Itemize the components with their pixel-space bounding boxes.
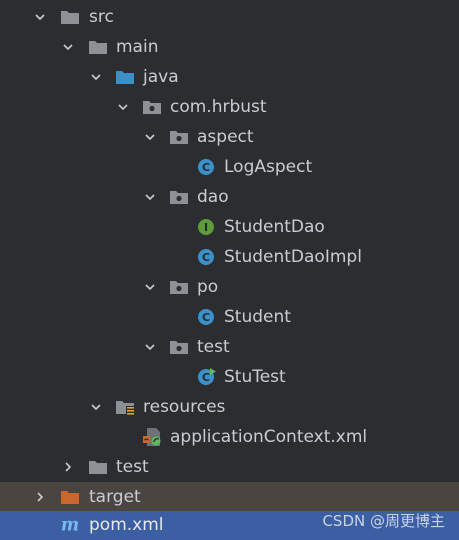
chevron-down-icon[interactable] [90,71,102,83]
chevron-down-icon[interactable] [144,341,156,353]
package-icon [170,131,188,144]
tree-node-label: Student [224,307,291,327]
folder-icon [89,461,107,474]
svg-text:I: I [204,221,208,234]
package-icon [170,281,188,294]
tree-node-stu-test[interactable]: C StuTest [0,362,459,392]
package-icon [170,191,188,204]
svg-text:m: m [61,516,79,534]
tree-node-student-dao-impl[interactable]: C StudentDaoImpl [0,242,459,272]
chevron-down-icon[interactable] [144,281,156,293]
project-tree: src main java com.hrbust aspect C LogAsp… [0,0,459,540]
tree-node-target[interactable]: target [0,482,459,512]
chevron-right-icon[interactable] [34,491,46,503]
tree-node-label: com.hrbust [170,97,267,117]
tree-node-label: aspect [197,127,254,147]
tree-node-dao[interactable]: dao [0,182,459,212]
tree-node-label: src [89,7,114,27]
package-icon [143,101,161,114]
chevron-down-icon[interactable] [144,191,156,203]
java-class-icon: C [198,309,214,325]
tree-node-label: test [116,457,149,477]
resources-folder-icon [116,401,134,416]
java-class-icon: C [198,159,214,175]
java-interface-icon: I [198,219,214,235]
source-folder-icon [116,71,134,84]
folder-icon [61,11,79,24]
tree-node-aspect[interactable]: aspect [0,122,459,152]
tree-node-label: test [197,337,230,357]
chevron-down-icon[interactable] [34,11,46,23]
tree-node-label: main [116,37,159,57]
tree-node-student-dao[interactable]: I StudentDao [0,212,459,242]
svg-text:C: C [202,161,210,174]
tree-node-label: StuTest [224,367,286,387]
tree-node-label: target [89,487,141,507]
chevron-right-icon[interactable] [62,461,74,473]
tree-node-application-context[interactable]: applicationContext.xml [0,422,459,452]
tree-node-log-aspect[interactable]: C LogAspect [0,152,459,182]
tree-node-test-package[interactable]: test [0,332,459,362]
package-icon [170,341,188,354]
tree-node-package[interactable]: com.hrbust [0,92,459,122]
tree-node-main[interactable]: main [0,32,459,62]
folder-icon [89,41,107,54]
tree-node-java[interactable]: java [0,62,459,92]
spring-xml-file-icon [143,428,161,446]
tree-node-label: dao [197,187,229,207]
tree-node-label: po [197,277,219,297]
svg-text:C: C [202,371,210,384]
chevron-down-icon[interactable] [144,131,156,143]
chevron-down-icon[interactable] [90,401,102,413]
csdn-watermark: CSDN @周更博主 [322,512,445,530]
tree-node-label: applicationContext.xml [170,427,368,447]
java-class-icon: C [198,249,214,265]
tree-node-label: java [143,67,179,87]
tree-node-label: StudentDao [224,217,325,237]
tree-node-test-dir[interactable]: test [0,452,459,482]
chevron-down-icon[interactable] [62,41,74,53]
tree-node-src[interactable]: src [0,2,459,32]
tree-node-label: StudentDaoImpl [224,247,362,267]
tree-node-po[interactable]: po [0,272,459,302]
excluded-folder-icon [61,491,79,504]
svg-text:C: C [202,251,210,264]
tree-node-label: resources [143,397,226,417]
chevron-down-icon[interactable] [117,101,129,113]
maven-icon: m [61,516,79,534]
tree-node-student[interactable]: C Student [0,302,459,332]
tree-node-label: pom.xml [89,515,164,535]
java-runnable-class-icon: C [198,368,216,385]
svg-text:C: C [202,311,210,324]
tree-node-resources[interactable]: resources [0,392,459,422]
tree-node-label: LogAspect [224,157,313,177]
